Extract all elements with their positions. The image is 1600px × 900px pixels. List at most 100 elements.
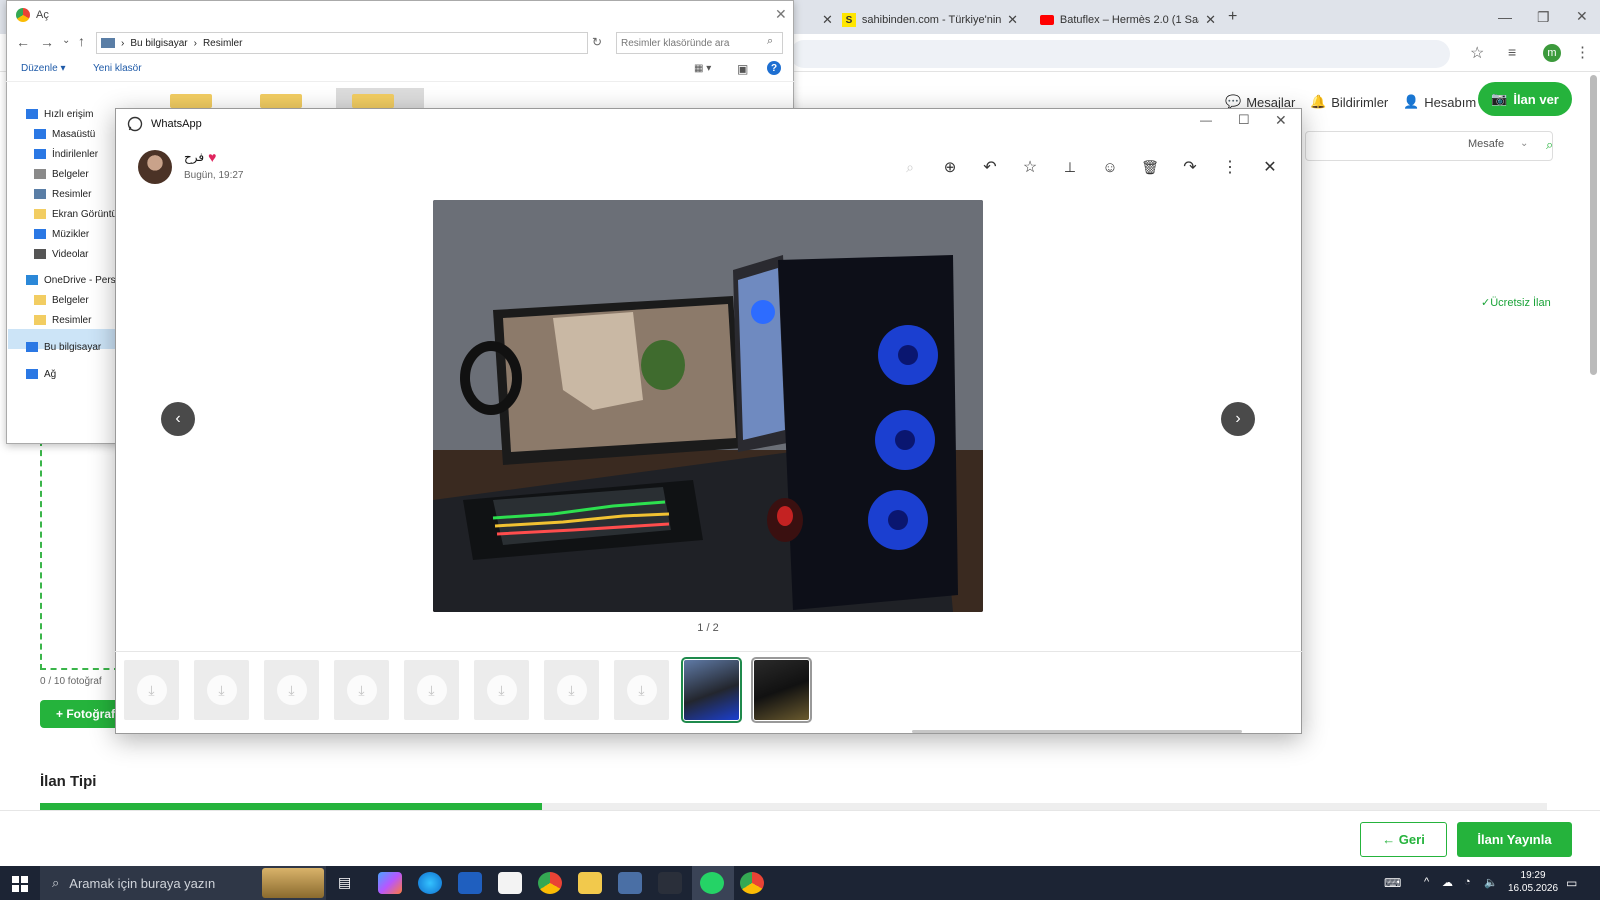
- file-explorer-icon[interactable]: [578, 872, 602, 894]
- tree-item[interactable]: Belgeler: [34, 291, 89, 309]
- profile-avatar[interactable]: m: [1543, 44, 1561, 62]
- thumbnail-selected[interactable]: [681, 657, 742, 723]
- help-icon[interactable]: ?: [767, 61, 781, 75]
- thumbnail-pending[interactable]: ⤓: [264, 660, 319, 720]
- whatsapp-icon[interactable]: [700, 872, 724, 894]
- tab-close-button[interactable]: ✕: [812, 6, 833, 34]
- close-icon[interactable]: ✕: [1275, 112, 1287, 129]
- folder-icon[interactable]: [170, 94, 212, 108]
- up-arrow-icon[interactable]: ↑: [78, 33, 85, 49]
- breadcrumb-item[interactable]: Bu bilgisayar: [130, 38, 187, 49]
- minimize-icon[interactable]: —: [1498, 9, 1512, 25]
- notification-center-icon[interactable]: ▭: [1566, 876, 1577, 890]
- thumbnail-pending[interactable]: ⤓: [614, 660, 669, 720]
- tree-item[interactable]: Bu bilgisayar: [26, 338, 101, 356]
- page-scrollbar[interactable]: [1590, 75, 1597, 375]
- tree-item[interactable]: Masaüstü: [34, 125, 95, 143]
- chevron-down-icon[interactable]: ⌄: [1520, 138, 1528, 149]
- previous-media-button[interactable]: ‹: [161, 402, 195, 436]
- pin-icon[interactable]: ⊥: [1058, 155, 1082, 179]
- thumbnail-pending[interactable]: ⤓: [334, 660, 389, 720]
- copilot-icon[interactable]: [378, 872, 402, 894]
- back-button[interactable]: ← Geri: [1360, 822, 1447, 857]
- snipping-tool-icon[interactable]: [618, 872, 642, 894]
- breadcrumb-item[interactable]: Resimler: [203, 38, 242, 49]
- keyboard-icon[interactable]: ⌨: [1384, 876, 1401, 890]
- tree-item[interactable]: Ekran Görüntü: [34, 205, 117, 223]
- chevron-down-icon[interactable]: ⌄: [62, 35, 70, 46]
- add-photo-button[interactable]: + Fotoğraf: [40, 700, 120, 728]
- restore-icon[interactable]: ❐: [1537, 9, 1550, 26]
- thumbnail[interactable]: [751, 657, 812, 723]
- emoji-icon[interactable]: ☺: [1098, 155, 1122, 179]
- forward-arrow-icon[interactable]: →: [40, 34, 54, 50]
- volume-icon[interactable]: 🔈: [1484, 876, 1498, 889]
- chrome-icon[interactable]: [538, 872, 562, 894]
- chrome-profile-icon[interactable]: [740, 872, 764, 894]
- new-folder-button[interactable]: Yeni klasör: [93, 63, 142, 74]
- notifications-link[interactable]: 🔔 Bildirimler: [1310, 90, 1388, 114]
- tray-chevron-icon[interactable]: ^: [1424, 876, 1429, 888]
- star-icon[interactable]: ☆: [1018, 155, 1042, 179]
- search-icon[interactable]: ⌕: [1546, 137, 1553, 153]
- folder-search-input[interactable]: Resimler klasöründe ara: [616, 32, 783, 54]
- wifi-icon[interactable]: ◔: [1464, 876, 1471, 888]
- close-icon[interactable]: ✕: [1576, 8, 1588, 25]
- preview-pane-icon[interactable]: ▣: [737, 62, 748, 76]
- delete-icon[interactable]: 🗑: [1138, 155, 1162, 179]
- distance-select[interactable]: Mesafe: [1468, 138, 1504, 150]
- tree-item[interactable]: Belgeler: [34, 165, 89, 183]
- tree-item[interactable]: Resimler: [34, 311, 91, 329]
- more-options-icon[interactable]: ⋮: [1218, 155, 1242, 179]
- tree-item[interactable]: Ağ: [26, 365, 56, 383]
- task-view-icon[interactable]: ▤: [338, 874, 351, 891]
- tab-youtube[interactable]: Batuflex – Hermès 2.0 (1 Saat K ✕: [1030, 6, 1226, 34]
- address-bar[interactable]: [790, 40, 1450, 68]
- post-ad-button[interactable]: 📷 İlan ver: [1478, 82, 1572, 116]
- next-media-button[interactable]: ›: [1221, 402, 1255, 436]
- folder-icon[interactable]: [260, 94, 302, 108]
- avatar[interactable]: [138, 150, 172, 184]
- publish-button[interactable]: İlanı Yayınla: [1457, 822, 1572, 857]
- browser-menu-icon[interactable]: ⋮: [1575, 43, 1590, 61]
- thumbnail-pending[interactable]: ⤓: [194, 660, 249, 720]
- tree-item[interactable]: Müzikler: [34, 225, 89, 243]
- store-icon[interactable]: [498, 872, 522, 894]
- close-viewer-icon[interactable]: ✕: [1258, 155, 1282, 179]
- outlook-icon[interactable]: [458, 872, 482, 894]
- xbox-icon[interactable]: [658, 872, 682, 894]
- path-bar[interactable]: › Bu bilgisayar › Resimler: [96, 32, 588, 54]
- close-icon[interactable]: ✕: [1007, 12, 1018, 28]
- reply-icon[interactable]: ↶: [978, 155, 1002, 179]
- close-icon[interactable]: ✕: [775, 6, 787, 23]
- folder-icon[interactable]: [352, 94, 394, 108]
- zoom-in-icon[interactable]: ⊕: [938, 155, 962, 179]
- tab-sahibinden[interactable]: S sahibinden.com - Türkiye'nin O ✕: [832, 6, 1028, 34]
- tree-item[interactable]: Videolar: [34, 245, 89, 263]
- new-tab-button[interactable]: +: [1228, 8, 1237, 26]
- thumbnail-pending[interactable]: ⤓: [404, 660, 459, 720]
- view-options-icon[interactable]: ▦ ▾: [694, 63, 711, 74]
- thumbnail-scrollbar[interactable]: [912, 730, 1242, 733]
- forward-icon[interactable]: ↷: [1178, 155, 1202, 179]
- account-link[interactable]: 👤 Hesabım: [1403, 90, 1476, 114]
- refresh-icon[interactable]: ↻: [592, 35, 602, 49]
- back-arrow-icon[interactable]: ←: [16, 34, 30, 50]
- tree-item[interactable]: İndirilenler: [34, 145, 98, 163]
- tree-item[interactable]: Hızlı erişim: [26, 105, 93, 123]
- thumbnail-pending[interactable]: ⤓: [474, 660, 529, 720]
- tree-item[interactable]: Resimler: [34, 185, 91, 203]
- taskbar-clock[interactable]: 19:29 16.05.2026: [1508, 869, 1558, 895]
- thumbnail-pending[interactable]: ⤓: [544, 660, 599, 720]
- photo-dropzone[interactable]: [40, 440, 120, 670]
- maximize-icon[interactable]: ☐: [1238, 112, 1250, 128]
- filter-bar[interactable]: [1305, 131, 1553, 161]
- minimize-icon[interactable]: —: [1200, 113, 1212, 127]
- edge-icon[interactable]: [418, 872, 442, 894]
- onedrive-icon[interactable]: ☁: [1442, 876, 1453, 889]
- media-icon[interactable]: ≡: [1508, 44, 1516, 60]
- zoom-out-icon[interactable]: ⌕: [898, 155, 922, 179]
- bookmark-star-icon[interactable]: ☆: [1470, 43, 1484, 63]
- organize-button[interactable]: Düzenle ▾: [21, 63, 66, 74]
- close-icon[interactable]: ✕: [1205, 12, 1216, 28]
